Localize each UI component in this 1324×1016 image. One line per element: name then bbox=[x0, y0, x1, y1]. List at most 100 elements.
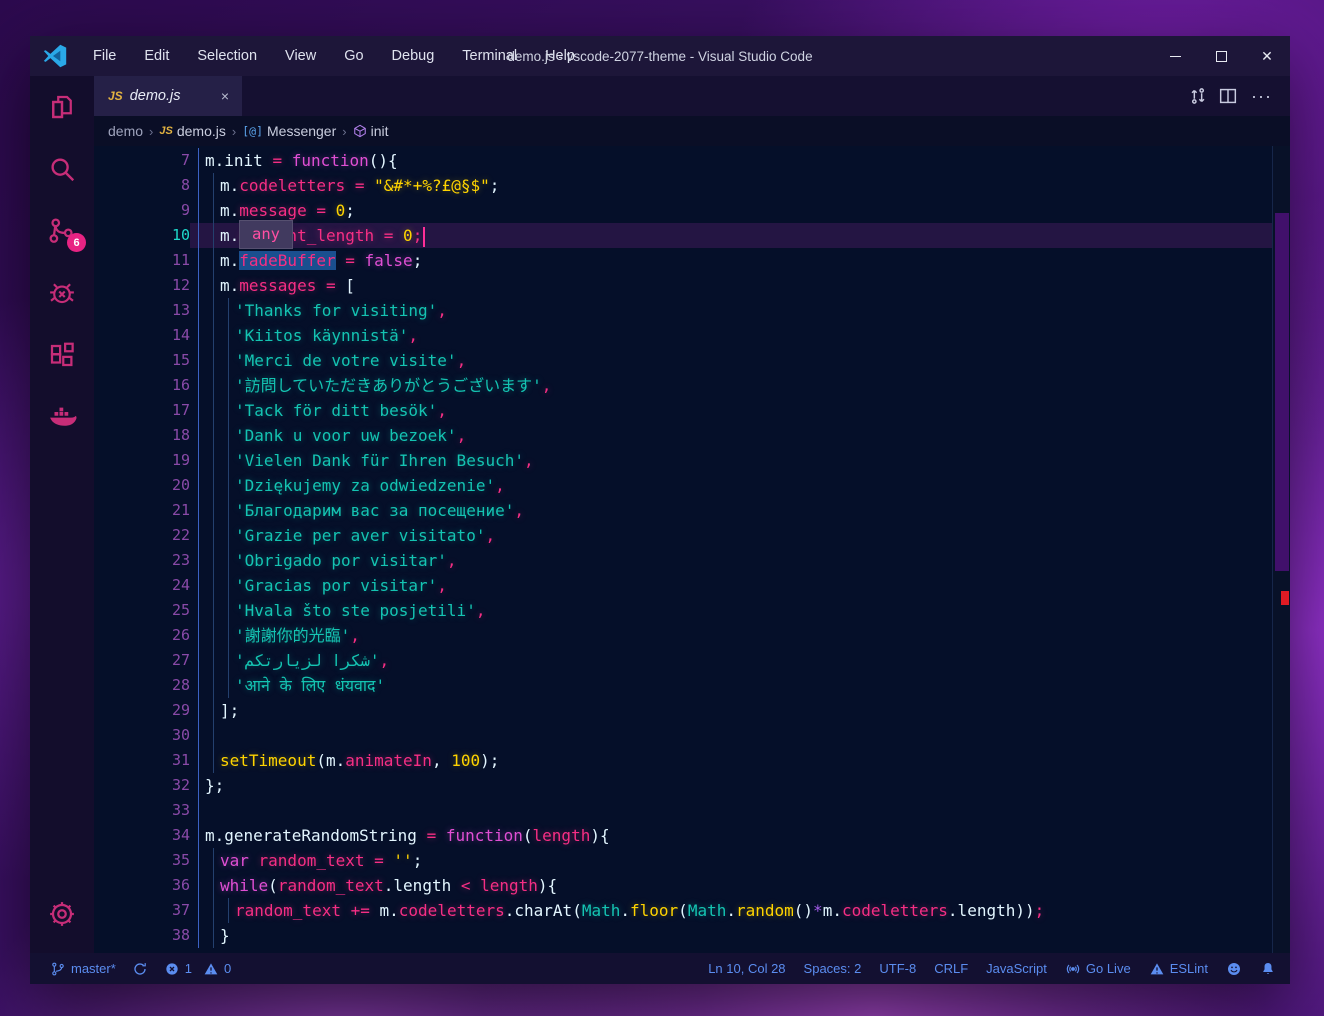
source-control-icon[interactable]: 6 bbox=[30, 200, 94, 262]
line-number[interactable]: 36 bbox=[94, 873, 190, 898]
line-number[interactable]: 26 bbox=[94, 623, 190, 648]
code-line[interactable]: 28 'आने के लिए धंयवाद' bbox=[94, 673, 1290, 698]
line-number[interactable]: 23 bbox=[94, 548, 190, 573]
eol-setting[interactable]: CRLF bbox=[934, 961, 968, 976]
breadcrumb-file[interactable]: JS demo.js bbox=[159, 123, 226, 139]
code-line[interactable]: 10 any m.current_length = 0; bbox=[94, 220, 1290, 249]
line-number[interactable]: 10 bbox=[94, 223, 190, 248]
line-number[interactable]: 13 bbox=[94, 298, 190, 323]
line-number[interactable]: 15 bbox=[94, 348, 190, 373]
breadcrumb-symbol-init[interactable]: init bbox=[353, 123, 389, 139]
language-mode[interactable]: JavaScript bbox=[986, 961, 1047, 976]
minimize-button[interactable] bbox=[1152, 36, 1198, 76]
line-number[interactable]: 28 bbox=[94, 673, 190, 698]
code-line[interactable]: 17 'Tack för ditt besök', bbox=[94, 398, 1290, 423]
tab-close-icon[interactable]: × bbox=[218, 88, 232, 104]
line-number[interactable]: 22 bbox=[94, 523, 190, 548]
code-line[interactable]: 38} bbox=[94, 923, 1290, 948]
menu-selection[interactable]: Selection bbox=[185, 44, 269, 68]
line-number[interactable]: 25 bbox=[94, 598, 190, 623]
line-number[interactable]: 11 bbox=[94, 248, 190, 273]
line-number[interactable]: 34 bbox=[94, 823, 190, 848]
breadcrumb-symbol-messenger[interactable]: [@] Messenger bbox=[242, 123, 336, 139]
code-line[interactable]: 30 bbox=[94, 723, 1290, 748]
code-line[interactable]: 23 'Obrigado por visitar', bbox=[94, 548, 1290, 573]
tab-demo-js[interactable]: JS demo.js × bbox=[94, 76, 242, 116]
split-editor-icon[interactable] bbox=[1217, 85, 1239, 107]
code-line[interactable]: 26 '謝謝你的光臨', bbox=[94, 623, 1290, 648]
code-line[interactable]: 8 m.codeletters = "&#*+%?£@§$"; bbox=[94, 173, 1290, 198]
code-line[interactable]: 33 bbox=[94, 798, 1290, 823]
line-number[interactable]: 37 bbox=[94, 898, 190, 923]
code-line[interactable]: 15 'Merci de votre visite', bbox=[94, 348, 1290, 373]
line-number[interactable]: 24 bbox=[94, 573, 190, 598]
line-number[interactable]: 32 bbox=[94, 773, 190, 798]
code-line[interactable]: 25 'Hvala što ste posjetili', bbox=[94, 598, 1290, 623]
open-changes-icon[interactable] bbox=[1187, 85, 1209, 107]
code-editor[interactable]: 7 m.init = function(){8 m.codeletters = "&… bbox=[94, 146, 1290, 953]
more-actions-icon[interactable]: ··· bbox=[1247, 86, 1276, 107]
line-number[interactable]: 9 bbox=[94, 198, 190, 223]
code-line[interactable]: 24 'Gracias por visitar', bbox=[94, 573, 1290, 598]
menu-go[interactable]: Go bbox=[332, 44, 375, 68]
settings-gear-icon[interactable] bbox=[30, 883, 94, 945]
git-branch-status[interactable]: master* bbox=[50, 961, 116, 977]
code-line[interactable]: 16 '訪問していただきありがとうございます', bbox=[94, 373, 1290, 398]
line-number[interactable]: 31 bbox=[94, 748, 190, 773]
maximize-button[interactable] bbox=[1198, 36, 1244, 76]
close-button[interactable]: ✕ bbox=[1244, 36, 1290, 76]
debug-icon[interactable] bbox=[30, 262, 94, 324]
docker-icon[interactable] bbox=[30, 386, 94, 448]
menu-edit[interactable]: Edit bbox=[132, 44, 181, 68]
indentation-setting[interactable]: Spaces: 2 bbox=[804, 961, 862, 976]
line-number[interactable]: 12 bbox=[94, 273, 190, 298]
line-number[interactable]: 33 bbox=[94, 798, 190, 823]
encoding-setting[interactable]: UTF-8 bbox=[879, 961, 916, 976]
sync-status[interactable] bbox=[132, 961, 148, 977]
explorer-icon[interactable] bbox=[30, 76, 94, 138]
feedback-smiley-button[interactable] bbox=[1226, 961, 1242, 977]
breadcrumb-folder[interactable]: demo bbox=[108, 123, 143, 139]
scrollbar-thumb[interactable] bbox=[1275, 213, 1289, 571]
code-line[interactable]: 19 'Vielen Dank für Ihren Besuch', bbox=[94, 448, 1290, 473]
code-line[interactable]: 7 m.init = function(){ bbox=[94, 148, 1290, 173]
code-line[interactable]: 32}; bbox=[94, 773, 1290, 798]
line-number[interactable]: 17 bbox=[94, 398, 190, 423]
go-live-button[interactable]: Go Live bbox=[1065, 961, 1131, 977]
code-line[interactable]: 13 'Thanks for visiting', bbox=[94, 298, 1290, 323]
code-line[interactable]: 27 'شكرا لزيارتكم', bbox=[94, 648, 1290, 673]
line-number[interactable]: 14 bbox=[94, 323, 190, 348]
code-line[interactable]: 35 var random_text = ''; bbox=[94, 848, 1290, 873]
line-number[interactable]: 8 bbox=[94, 173, 190, 198]
notifications-button[interactable] bbox=[1260, 961, 1276, 977]
code-line[interactable]: 36 while(random_text.length < length){ bbox=[94, 873, 1290, 898]
line-number[interactable]: 30 bbox=[94, 723, 190, 748]
code-line[interactable]: 18 'Dank u voor uw bezoek', bbox=[94, 423, 1290, 448]
eslint-status[interactable]: ESLint bbox=[1149, 961, 1208, 977]
line-number[interactable]: 35 bbox=[94, 848, 190, 873]
editor-scrollbar[interactable] bbox=[1272, 146, 1290, 953]
code-line[interactable]: 20 'Dziękujemy za odwiedzenie', bbox=[94, 473, 1290, 498]
code-line[interactable]: 29]; bbox=[94, 698, 1290, 723]
line-number[interactable]: 18 bbox=[94, 423, 190, 448]
line-number[interactable]: 16 bbox=[94, 373, 190, 398]
code-line[interactable]: 21 'Благодарим вас за посещение', bbox=[94, 498, 1290, 523]
code-line[interactable]: 12 m.messages = [ bbox=[94, 273, 1290, 298]
code-line[interactable]: 34 m.generateRandomString = function(leng… bbox=[94, 823, 1290, 848]
menu-debug[interactable]: Debug bbox=[380, 44, 447, 68]
menu-file[interactable]: File bbox=[81, 44, 128, 68]
line-number[interactable]: 38 bbox=[94, 923, 190, 948]
problems-status[interactable]: 1 0 bbox=[164, 961, 231, 977]
search-icon[interactable] bbox=[30, 138, 94, 200]
line-number[interactable]: 19 bbox=[94, 448, 190, 473]
code-line[interactable]: 37 random_text += m.codeletters.charAt(Ma… bbox=[94, 898, 1290, 923]
menu-view[interactable]: View bbox=[273, 44, 328, 68]
line-number[interactable]: 20 bbox=[94, 473, 190, 498]
code-line[interactable]: 14 'Kiitos käynnistä', bbox=[94, 323, 1290, 348]
cursor-position[interactable]: Ln 10, Col 28 bbox=[708, 961, 785, 976]
code-line[interactable]: 31 setTimeout(m.animateIn, 100); bbox=[94, 748, 1290, 773]
extensions-icon[interactable] bbox=[30, 324, 94, 386]
code-line[interactable]: 11 m.fadeBuffer = false; bbox=[94, 248, 1290, 273]
line-number[interactable]: 21 bbox=[94, 498, 190, 523]
code-line[interactable]: 22 'Grazie per aver visitato', bbox=[94, 523, 1290, 548]
